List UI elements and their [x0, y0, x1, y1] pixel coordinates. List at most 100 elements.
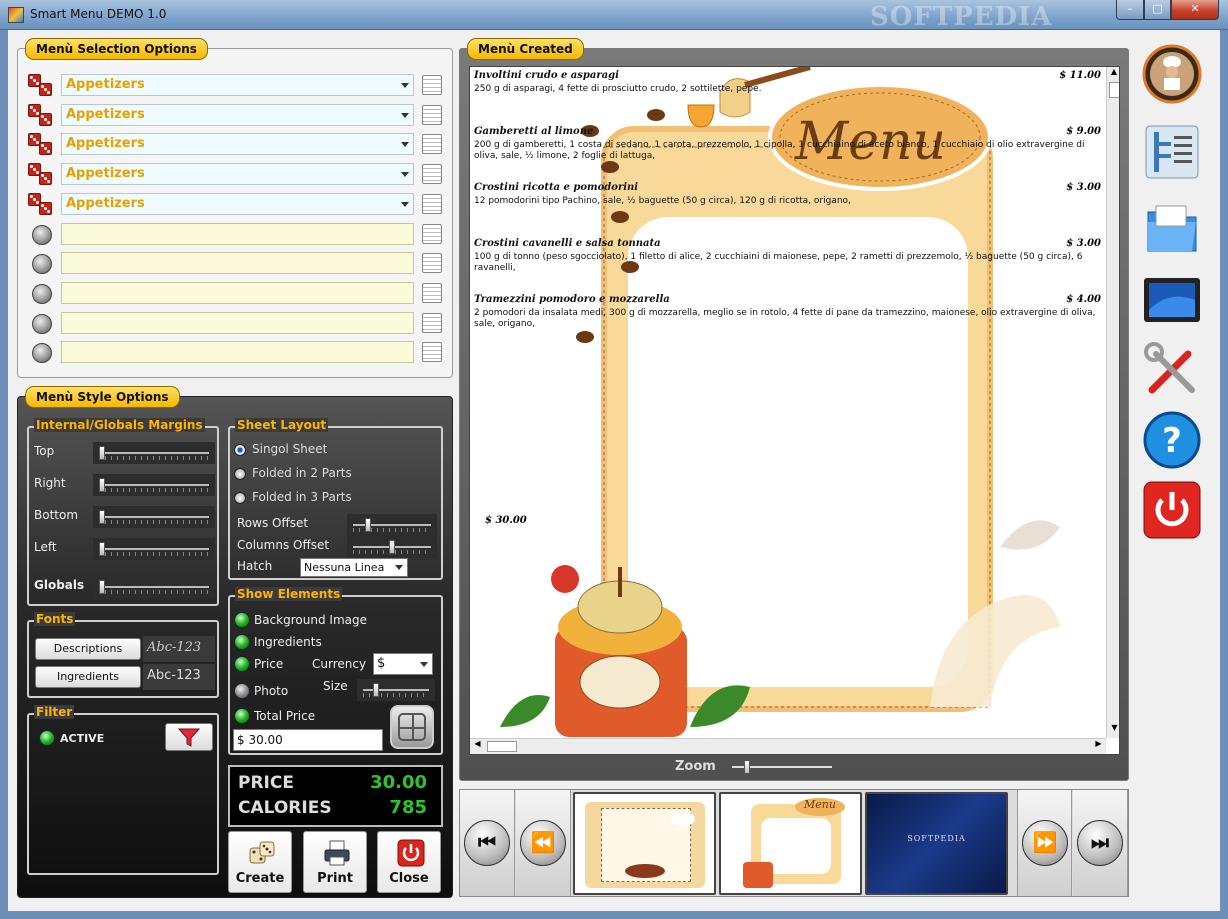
dish-list-button[interactable] — [422, 312, 442, 333]
price-total-label: PRICE — [238, 773, 294, 793]
dish-list-button[interactable] — [422, 342, 442, 363]
maximize-button[interactable]: □ — [1144, 0, 1171, 20]
close-button[interactable]: Close — [377, 831, 441, 893]
singol-sheet-radio[interactable]: Singol Sheet — [234, 442, 327, 456]
tree-list-icon[interactable] — [1142, 122, 1202, 182]
photo-led[interactable] — [234, 683, 250, 699]
scroll-down-icon[interactable]: ▼ — [1107, 723, 1119, 738]
globals-slider[interactable] — [93, 576, 215, 598]
zoom-slider[interactable] — [726, 756, 838, 778]
total-price-led[interactable] — [234, 708, 250, 724]
ingredients-label: Ingredients — [254, 635, 322, 649]
previous-button[interactable]: ⏪ — [516, 790, 571, 896]
scroll-left-icon[interactable]: ◀ — [470, 739, 485, 748]
selection-panel: Appetizers Appetizers Appetizers Appetizers… — [17, 48, 453, 378]
dish-name: Crostini cavanelli e salsa tonnata — [474, 238, 661, 249]
filter-group: Filter ACTIVE — [27, 705, 219, 875]
filter-status: ACTIVE — [60, 732, 105, 745]
category-value: Appetizers — [66, 77, 145, 92]
dice-icon — [28, 103, 54, 128]
ingredients-led[interactable] — [234, 634, 250, 650]
chevron-down-icon — [401, 142, 409, 148]
minimize-button[interactable]: – — [1116, 0, 1144, 20]
scroll-up-icon[interactable]: ▲ — [1107, 67, 1119, 82]
photo-size-slider[interactable] — [357, 679, 435, 701]
photo-placeholder-button[interactable] — [390, 705, 434, 749]
next-button[interactable]: ⏩ — [1017, 790, 1072, 896]
last-button[interactable]: ⏭ — [1073, 790, 1128, 896]
price-led[interactable] — [234, 656, 250, 672]
folder-icon[interactable] — [1142, 198, 1202, 258]
dish-list-button[interactable] — [422, 104, 442, 125]
dice-icon — [28, 163, 54, 187]
template-thumbnail-3[interactable]: SOFTPEDIA — [865, 792, 1008, 895]
category-combo[interactable]: Appetizers — [61, 133, 414, 156]
dish-list-button[interactable] — [422, 134, 442, 155]
thumbnail-menu-word: Menu — [795, 798, 845, 816]
dish-list-button[interactable] — [422, 253, 442, 274]
first-button[interactable]: ⏮ — [460, 790, 515, 896]
chef-icon[interactable] — [1142, 44, 1202, 104]
hatch-select[interactable]: Nessuna Linea — [300, 558, 408, 577]
ingredients-font-button[interactable]: Ingredients — [35, 666, 141, 688]
category-combo[interactable] — [61, 252, 414, 275]
menu-background-art: Menu — [500, 67, 1060, 737]
filter-button[interactable] — [165, 723, 213, 751]
dish-name: Crostini ricotta e pomodorini — [474, 182, 639, 193]
dice-icon — [249, 841, 275, 864]
print-button[interactable]: Print — [303, 831, 367, 893]
screen-icon[interactable] — [1142, 270, 1202, 330]
tools-icon[interactable] — [1142, 340, 1202, 400]
category-combo[interactable]: Appetizers — [61, 192, 414, 215]
columns-offset-slider[interactable] — [347, 536, 437, 558]
dish-list-button[interactable] — [422, 223, 442, 244]
create-button[interactable]: Create — [228, 831, 292, 893]
folded-3-radio[interactable]: Folded in 3 Parts — [234, 490, 352, 504]
selection-row: Appetizers — [26, 73, 446, 99]
category-bullet-icon — [32, 313, 52, 334]
dish-list-button[interactable] — [422, 193, 442, 214]
category-combo[interactable] — [61, 222, 414, 245]
category-combo[interactable]: Appetizers — [61, 103, 414, 126]
selection-row — [26, 311, 446, 337]
background-led[interactable] — [234, 612, 250, 628]
filter-title: Filter — [34, 705, 75, 719]
category-combo[interactable] — [61, 311, 414, 334]
category-value: Appetizers — [66, 136, 145, 152]
margin-left-slider[interactable] — [93, 538, 215, 560]
dish-list-button[interactable] — [422, 164, 442, 185]
margin-right-slider[interactable] — [93, 474, 215, 496]
rows-offset-slider[interactable] — [347, 514, 437, 536]
category-value: Appetizers — [66, 106, 145, 122]
horizontal-scroll-thumb[interactable] — [487, 741, 517, 752]
fonts-group: Fonts Descriptions Abc-123 Ingredients A… — [27, 612, 219, 698]
rows-offset-label: Rows Offset — [237, 516, 309, 530]
category-combo[interactable]: Appetizers — [61, 74, 414, 96]
margin-top-slider[interactable] — [93, 442, 215, 464]
folded-2-radio[interactable]: Folded in 2 Parts — [234, 466, 352, 480]
currency-select[interactable]: $ — [373, 653, 433, 675]
horizontal-scrollbar[interactable]: ◀ ▶ — [470, 738, 1106, 754]
vertical-scrollbar[interactable]: ▲ ▼ — [1106, 67, 1119, 738]
selection-row: Appetizers — [26, 162, 446, 188]
category-combo[interactable] — [61, 341, 414, 364]
template-thumbnail-2[interactable]: Menu — [719, 792, 862, 895]
template-thumbnail-1[interactable] — [573, 792, 716, 895]
dish-list-button[interactable] — [422, 282, 442, 303]
vertical-scroll-thumb[interactable] — [1109, 82, 1119, 98]
sheet-layout-title: Sheet Layout — [235, 418, 329, 432]
scroll-right-icon[interactable]: ▶ — [1091, 739, 1106, 748]
chevron-down-icon — [401, 172, 409, 178]
total-price-field[interactable]: $ 30.00 — [233, 729, 383, 751]
close-window-button[interactable]: ✕ — [1171, 0, 1219, 20]
dish-list-button[interactable] — [422, 75, 442, 95]
size-label: Size — [323, 679, 348, 693]
category-combo[interactable] — [61, 281, 414, 304]
descriptions-font-button[interactable]: Descriptions — [35, 638, 141, 660]
category-value: Appetizers — [66, 195, 145, 211]
margin-bottom-slider[interactable] — [93, 506, 215, 528]
close-label: Close — [389, 871, 429, 886]
power-off-icon[interactable] — [1142, 480, 1202, 540]
category-combo[interactable]: Appetizers — [61, 163, 414, 186]
help-icon[interactable]: ? — [1142, 410, 1202, 470]
